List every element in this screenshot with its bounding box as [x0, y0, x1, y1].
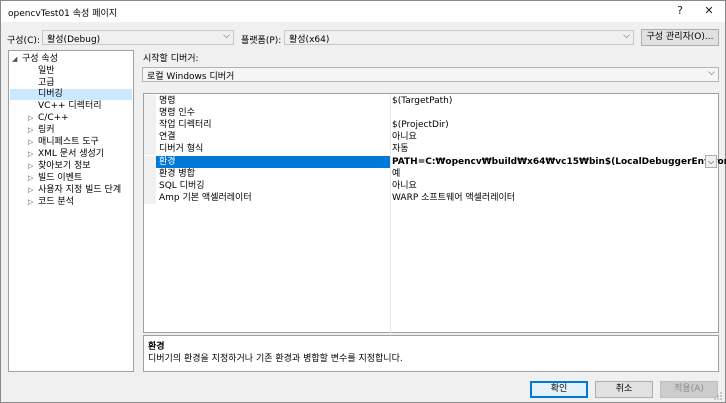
window-title: opencvTest01 속성 페이지: [8, 9, 118, 19]
description-panel: 환경 디버기의 환경을 지정하거나 기존 환경과 병합할 변수를 지정합니다.: [143, 335, 719, 372]
row-gutter: [144, 95, 156, 107]
tree-item-vc-directories[interactable]: VC++ 디렉터리: [38, 101, 102, 112]
config-label: 구성(C):: [7, 36, 40, 46]
tree-item-label: C/C++: [38, 113, 69, 123]
debugger-start-label: 시작할 디버거:: [143, 54, 199, 64]
property-name: 명령 인수: [159, 108, 195, 118]
property-row[interactable]: Amp 기본 액셀러레이터 WARP 소프트웨어 액셀러레이터: [144, 192, 718, 204]
property-row[interactable]: 디버거 형식 자동: [144, 143, 718, 155]
collapsed-triangle-icon: ▷: [28, 114, 34, 122]
close-icon[interactable]: ✕: [702, 4, 716, 18]
tree-item-xml-doc[interactable]: ▷ XML 문서 생성기: [28, 149, 104, 160]
tree-item-label: 링커: [38, 125, 55, 135]
tree-item-manifest-tool[interactable]: ▷ 매니페스트 도구: [28, 137, 99, 148]
row-gutter: [144, 131, 156, 143]
property-value[interactable]: 자동: [392, 143, 409, 155]
collapsed-triangle-icon: ▷: [28, 150, 34, 158]
config-value: 활성(Debug): [47, 35, 101, 45]
tree-item-advanced[interactable]: 고급: [38, 78, 55, 89]
resize-grip-icon[interactable]: [714, 392, 722, 400]
row-gutter: [144, 192, 156, 204]
collapsed-triangle-icon: ▷: [28, 126, 34, 134]
property-name: 명령: [159, 96, 176, 106]
tree-item-label: 코드 분석: [38, 197, 74, 207]
description-text: 디버기의 환경을 지정하거나 기존 환경과 병합할 변수를 지정합니다.: [148, 354, 403, 364]
row-gutter: [144, 180, 156, 192]
row-gutter: [144, 168, 156, 180]
property-name: 작업 디렉터리: [159, 120, 212, 130]
chevron-down-icon: ⌵: [708, 68, 715, 78]
property-row[interactable]: 명령 $(TargetPath): [144, 95, 718, 107]
tree-item-label: 매니페스트 도구: [38, 137, 99, 147]
property-value[interactable]: 아니요: [392, 131, 417, 143]
collapsed-triangle-icon: ▷: [28, 174, 34, 182]
tree-item-linker[interactable]: ▷ 링커: [28, 125, 55, 136]
property-value[interactable]: WARP 소프트웨어 액셀러레이터: [392, 192, 515, 204]
row-gutter: [144, 143, 156, 155]
debugger-value: 로컬 Windows 디버거: [147, 72, 235, 82]
platform-select[interactable]: 활성(x64) ⌵: [284, 30, 634, 45]
tree-root-label: 구성 속성: [22, 54, 58, 64]
tree-item-custom-build[interactable]: ▷ 사용자 지정 빌드 단계: [28, 185, 121, 196]
property-grid: 명령 $(TargetPath) 명령 인수 작업 디렉터리 $(Project…: [143, 93, 726, 334]
category-tree: ◢ 구성 속성 일반 고급 디버깅 VC++ 디렉터리 ▷ C/C++ ▷ 링커 ▷ 매…: [8, 50, 134, 372]
cancel-button[interactable]: 취소: [595, 381, 653, 398]
property-value[interactable]: $(ProjectDir): [392, 119, 449, 131]
tree-item-label: XML 문서 생성기: [38, 149, 105, 159]
tree-item-label: VC++ 디렉터리: [38, 101, 102, 111]
collapsed-triangle-icon: ▷: [28, 186, 34, 194]
apply-button[interactable]: 적용(A): [660, 381, 718, 398]
property-value[interactable]: 예: [392, 168, 400, 180]
expanded-triangle-icon: ◢: [12, 55, 18, 63]
tree-item-label: 찾아보기 정보: [38, 161, 91, 171]
tree-item-label: 디버깅: [38, 89, 63, 99]
tree-item-label: 빌드 이벤트: [38, 173, 83, 183]
property-name: SQL 디버깅: [159, 181, 205, 191]
chevron-down-icon: ⌵: [223, 31, 230, 41]
platform-value: 활성(x64): [289, 35, 330, 45]
help-icon[interactable]: ?: [673, 4, 687, 18]
property-name: 환경: [159, 157, 176, 167]
chevron-down-icon: ⌵: [623, 31, 630, 41]
property-row[interactable]: 명령 인수: [144, 107, 718, 119]
tree-item-build-events[interactable]: ▷ 빌드 이벤트: [28, 173, 82, 184]
collapsed-triangle-icon: ▷: [28, 162, 34, 170]
tree-item-label: 일반: [38, 66, 55, 76]
tree-item-general[interactable]: 일반: [38, 66, 55, 77]
property-name: Amp 기본 액셀러레이터: [159, 193, 252, 203]
tree-item-debugging[interactable]: 디버깅: [10, 89, 132, 100]
tree-item-label: 사용자 지정 빌드 단계: [38, 185, 122, 195]
property-value[interactable]: 아니요: [392, 180, 417, 192]
row-gutter: [144, 119, 156, 131]
property-name: 연결: [159, 132, 176, 142]
row-gutter: [144, 156, 156, 168]
tree-item-browse-info[interactable]: ▷ 찾아보기 정보: [28, 161, 91, 172]
collapsed-triangle-icon: ▷: [28, 198, 34, 206]
ok-button[interactable]: 확인: [530, 381, 588, 398]
platform-label: 플랫폼(P):: [241, 36, 282, 46]
property-row[interactable]: 작업 디렉터리 $(ProjectDir): [144, 119, 718, 131]
property-row-selected[interactable]: 환경 PATH=C:₩opencv₩build₩x64₩vc15₩bin$(Lo…: [144, 155, 726, 168]
property-name: 디버거 형식: [159, 144, 204, 154]
collapsed-triangle-icon: ▷: [28, 138, 34, 146]
title-bar: opencvTest01 속성 페이지 ? ✕: [1, 1, 725, 22]
dropdown-chevron-icon[interactable]: ⌵: [705, 155, 717, 168]
debugger-select[interactable]: 로컬 Windows 디버거 ⌵: [142, 67, 719, 82]
property-value[interactable]: PATH=C:₩opencv₩build₩x64₩vc15₩bin$(Local…: [392, 156, 726, 168]
row-gutter: [144, 107, 156, 119]
config-select[interactable]: 활성(Debug) ⌵: [42, 30, 234, 45]
selection-highlight: [156, 156, 390, 168]
tree-root[interactable]: ◢ 구성 속성: [12, 54, 58, 65]
tree-item-code-analysis[interactable]: ▷ 코드 분석: [28, 197, 74, 208]
property-row[interactable]: SQL 디버깅 아니요: [144, 180, 718, 192]
config-manager-button[interactable]: 구성 관리자(O)...: [641, 29, 719, 46]
property-row[interactable]: 환경 병합 예: [144, 168, 718, 180]
property-value[interactable]: $(TargetPath): [392, 95, 452, 107]
property-row[interactable]: 연결 아니요: [144, 131, 718, 143]
property-name: 환경 병합: [159, 169, 195, 179]
tree-item-cpp[interactable]: ▷ C/C++: [28, 113, 69, 124]
tree-item-label: 고급: [38, 78, 55, 88]
